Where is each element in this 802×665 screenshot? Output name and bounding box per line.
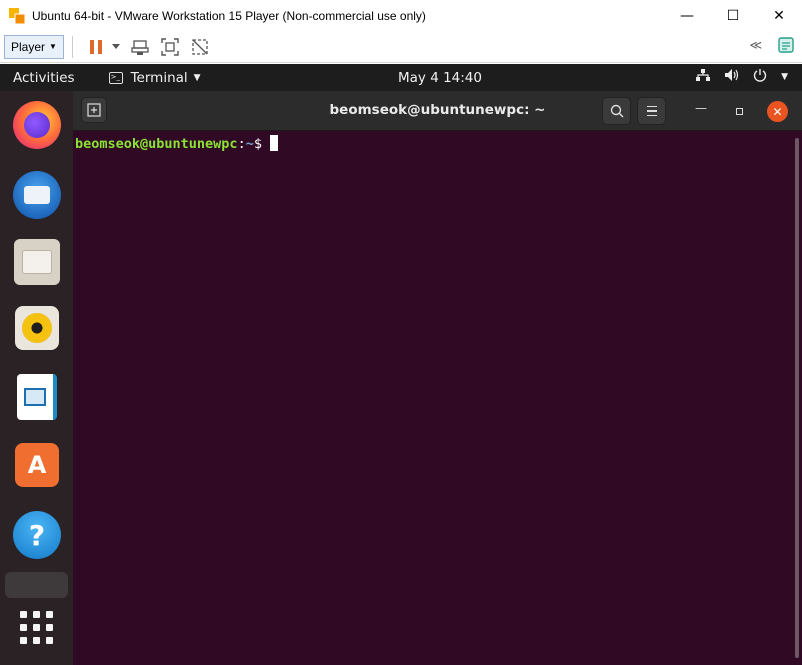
system-tray[interactable]: ▼ xyxy=(696,68,788,86)
show-applications-icon[interactable] xyxy=(20,611,54,645)
terminal-body[interactable]: beomseok@ubuntunewpc:~$ xyxy=(73,132,802,665)
app-menu-terminal[interactable]: >_ Terminal ▼ xyxy=(108,69,201,86)
vmware-titlebar: Ubuntu 64-bit - VMware Workstation 15 Pl… xyxy=(0,0,802,31)
search-icon xyxy=(610,104,624,118)
toolbar-divider xyxy=(71,35,73,58)
notes-icon[interactable] xyxy=(776,35,796,55)
ubuntu-dock: A ? xyxy=(0,91,73,665)
terminal-headerbar: beomseok@ubuntunewpc: ~ — ✕ xyxy=(73,91,802,131)
thunderbird-icon[interactable] xyxy=(13,171,61,219)
hamburger-menu-button[interactable] xyxy=(637,97,666,125)
help-icon[interactable]: ? xyxy=(13,511,61,559)
prompt-path: ~ xyxy=(245,136,254,152)
send-ctrl-alt-del-icon[interactable] xyxy=(129,36,151,58)
rhythmbox-icon[interactable] xyxy=(15,306,59,350)
vmware-toolbar: Player ▼ ≪ xyxy=(0,31,802,63)
firefox-icon[interactable] xyxy=(13,101,61,149)
app-menu-label: Terminal xyxy=(130,69,188,86)
text-cursor xyxy=(269,135,278,151)
volume-icon[interactable] xyxy=(724,68,739,86)
files-icon[interactable] xyxy=(14,239,60,285)
power-icon[interactable] xyxy=(753,68,767,86)
window-maximize-button[interactable]: ☐ xyxy=(710,0,756,31)
clock[interactable]: May 4 14:40 xyxy=(398,70,482,86)
network-icon[interactable] xyxy=(696,68,711,86)
window-minimize-button[interactable]: — xyxy=(664,0,710,31)
libreoffice-writer-icon[interactable] xyxy=(17,374,57,420)
ubuntu-top-bar: Activities >_ Terminal ▼ May 4 14:40 ▼ xyxy=(0,64,802,91)
terminal-maximize-button[interactable] xyxy=(729,101,749,121)
activities-button[interactable]: Activities xyxy=(13,70,75,86)
search-button[interactable] xyxy=(602,97,631,125)
chevron-down-icon: ▼ xyxy=(49,42,57,51)
chevron-down-icon[interactable] xyxy=(111,36,121,58)
player-menu-label: Player xyxy=(11,39,46,54)
window-close-button[interactable]: ✕ xyxy=(756,0,802,31)
terminal-dock-icon[interactable] xyxy=(5,572,68,598)
pause-icon[interactable] xyxy=(85,36,107,58)
player-menu-button[interactable]: Player ▼ xyxy=(4,34,64,59)
unity-mode-icon[interactable] xyxy=(189,36,211,58)
prompt-symbol: $ xyxy=(253,136,262,152)
terminal-window: beomseok@ubuntunewpc: ~ — ✕ beomseok@ubu… xyxy=(73,91,802,665)
chevron-down-icon[interactable]: ▼ xyxy=(781,72,788,82)
terminal-scrollbar[interactable] xyxy=(795,138,799,658)
prompt-separator: : xyxy=(237,136,246,152)
ubuntu-software-icon[interactable]: A xyxy=(15,443,59,487)
chevron-down-icon: ▼ xyxy=(193,72,201,83)
window-title: Ubuntu 64-bit - VMware Workstation 15 Pl… xyxy=(32,8,426,23)
vmware-app-icon xyxy=(8,7,26,25)
terminal-icon: >_ xyxy=(108,71,123,84)
fit-guest-icon[interactable] xyxy=(159,36,181,58)
terminal-close-button[interactable]: ✕ xyxy=(767,101,788,122)
collapse-toolbar-icon[interactable]: ≪ xyxy=(749,38,762,52)
prompt-user-host: beomseok@ubuntunewpc xyxy=(75,136,238,152)
terminal-minimize-button[interactable]: — xyxy=(691,101,711,121)
